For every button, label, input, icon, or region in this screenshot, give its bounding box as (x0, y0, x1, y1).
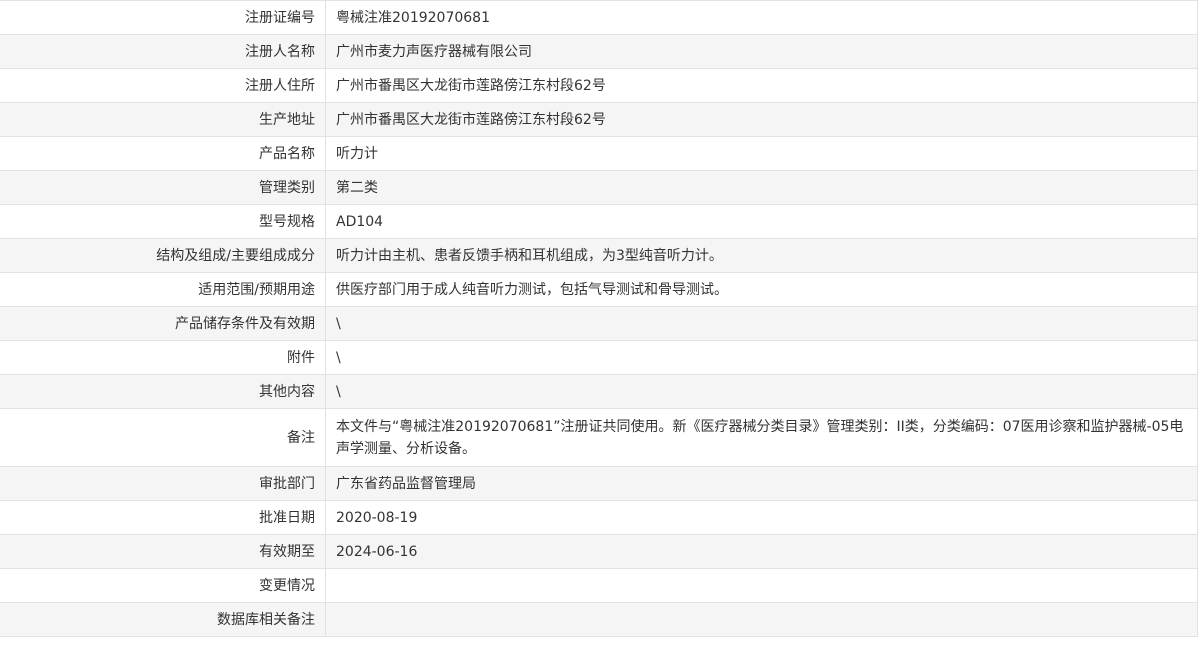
row-label-remarks: 备注 (0, 408, 326, 467)
table-row: 适用范围/预期用途 供医疗部门用于成人纯音听力测试，包括气导测试和骨导测试。 (0, 272, 1198, 307)
remarks-text: 本文件与“粤械注准20192070681”注册证共同使用。新《医疗器械分类目录》… (336, 418, 1184, 457)
production-address-text: 广州市番禺区大龙街市莲路傍江东村段62号 (336, 111, 606, 128)
row-label-registrant-address: 注册人住所 (0, 68, 326, 103)
row-value-approval-department: 广东省药品监督管理局 (325, 466, 1198, 501)
table-row: 审批部门 广东省药品监督管理局 (0, 466, 1198, 501)
row-label-valid-until: 有效期至 (0, 534, 326, 569)
table-row: 数据库相关备注 (0, 602, 1198, 637)
row-value-other-content: \ (325, 374, 1198, 409)
product-name-text: 听力计 (336, 145, 378, 162)
approval-date-text: 2020-08-19 (336, 509, 418, 526)
management-category-text: 第二类 (336, 179, 378, 196)
table-row: 生产地址 广州市番禺区大龙街市莲路傍江东村段62号 (0, 102, 1198, 137)
row-label-storage-validity: 产品储存条件及有效期 (0, 306, 326, 341)
table-row: 注册人住所 广州市番禺区大龙街市莲路傍江东村段62号 (0, 68, 1198, 103)
row-value-remarks: 本文件与“粤械注准20192070681”注册证共同使用。新《医疗器械分类目录》… (325, 408, 1198, 467)
row-value-storage-validity: \ (325, 306, 1198, 341)
row-value-registration-number: 粤械注准20192070681 (325, 0, 1198, 35)
table-row: 注册人名称 广州市麦力声医疗器械有限公司 (0, 34, 1198, 69)
table-row: 备注 本文件与“粤械注准20192070681”注册证共同使用。新《医疗器械分类… (0, 408, 1198, 467)
table-row: 管理类别 第二类 (0, 170, 1198, 205)
table-row: 结构及组成/主要组成成分 听力计由主机、患者反馈手柄和耳机组成，为3型纯音听力计… (0, 238, 1198, 273)
row-label-intended-use: 适用范围/预期用途 (0, 272, 326, 307)
row-value-valid-until: 2024-06-16 (325, 534, 1198, 569)
row-label-database-remarks: 数据库相关备注 (0, 602, 326, 637)
storage-validity-text: \ (336, 315, 341, 332)
table-row: 产品名称 听力计 (0, 136, 1198, 171)
table-row: 型号规格 AD104 (0, 204, 1198, 239)
table-row: 产品储存条件及有效期 \ (0, 306, 1198, 341)
registration-detail-body: 注册证编号 粤械注准20192070681 注册人名称 广州市麦力声医疗器械有限… (0, 0, 1198, 637)
other-content-text: \ (336, 383, 341, 400)
row-value-model-spec: AD104 (325, 204, 1198, 239)
approval-department-text: 广东省药品监督管理局 (336, 475, 476, 492)
row-label-approval-date: 批准日期 (0, 500, 326, 535)
row-label-model-spec: 型号规格 (0, 204, 326, 239)
row-value-attachments: \ (325, 340, 1198, 375)
row-value-approval-date: 2020-08-19 (325, 500, 1198, 535)
row-label-change-status: 变更情况 (0, 568, 326, 603)
row-value-product-name: 听力计 (325, 136, 1198, 171)
row-label-production-address: 生产地址 (0, 102, 326, 137)
row-value-registrant-name: 广州市麦力声医疗器械有限公司 (325, 34, 1198, 69)
valid-until-text: 2024-06-16 (336, 543, 418, 560)
row-label-attachments: 附件 (0, 340, 326, 375)
row-label-registrant-name: 注册人名称 (0, 34, 326, 69)
row-label-product-name: 产品名称 (0, 136, 326, 171)
row-label-approval-department: 审批部门 (0, 466, 326, 501)
row-label-other-content: 其他内容 (0, 374, 326, 409)
row-label-management-category: 管理类别 (0, 170, 326, 205)
row-value-registrant-address: 广州市番禺区大龙街市莲路傍江东村段62号 (325, 68, 1198, 103)
row-label-registration-number: 注册证编号 (0, 0, 326, 35)
registrant-address-text: 广州市番禺区大龙街市莲路傍江东村段62号 (336, 77, 606, 94)
table-row: 其他内容 \ (0, 374, 1198, 409)
attachments-text: \ (336, 349, 341, 366)
table-row: 变更情况 (0, 568, 1198, 603)
row-label-structure-composition: 结构及组成/主要组成成分 (0, 238, 326, 273)
row-value-intended-use: 供医疗部门用于成人纯音听力测试，包括气导测试和骨导测试。 (325, 272, 1198, 307)
table-row: 批准日期 2020-08-19 (0, 500, 1198, 535)
table-row: 有效期至 2024-06-16 (0, 534, 1198, 569)
table-row: 注册证编号 粤械注准20192070681 (0, 0, 1198, 35)
row-value-change-status (325, 568, 1198, 603)
structure-composition-text: 听力计由主机、患者反馈手柄和耳机组成，为3型纯音听力计。 (336, 247, 723, 264)
row-value-structure-composition: 听力计由主机、患者反馈手柄和耳机组成，为3型纯音听力计。 (325, 238, 1198, 273)
model-spec-text: AD104 (336, 213, 384, 230)
registrant-name-text: 广州市麦力声医疗器械有限公司 (336, 43, 532, 60)
row-value-production-address: 广州市番禺区大龙街市莲路傍江东村段62号 (325, 102, 1198, 137)
registration-number-text: 粤械注准20192070681 (336, 9, 490, 26)
registration-detail-table: 注册证编号 粤械注准20192070681 注册人名称 广州市麦力声医疗器械有限… (0, 0, 1198, 637)
row-value-database-remarks (325, 602, 1198, 637)
row-value-management-category: 第二类 (325, 170, 1198, 205)
table-row: 附件 \ (0, 340, 1198, 375)
intended-use-text: 供医疗部门用于成人纯音听力测试，包括气导测试和骨导测试。 (336, 281, 728, 298)
